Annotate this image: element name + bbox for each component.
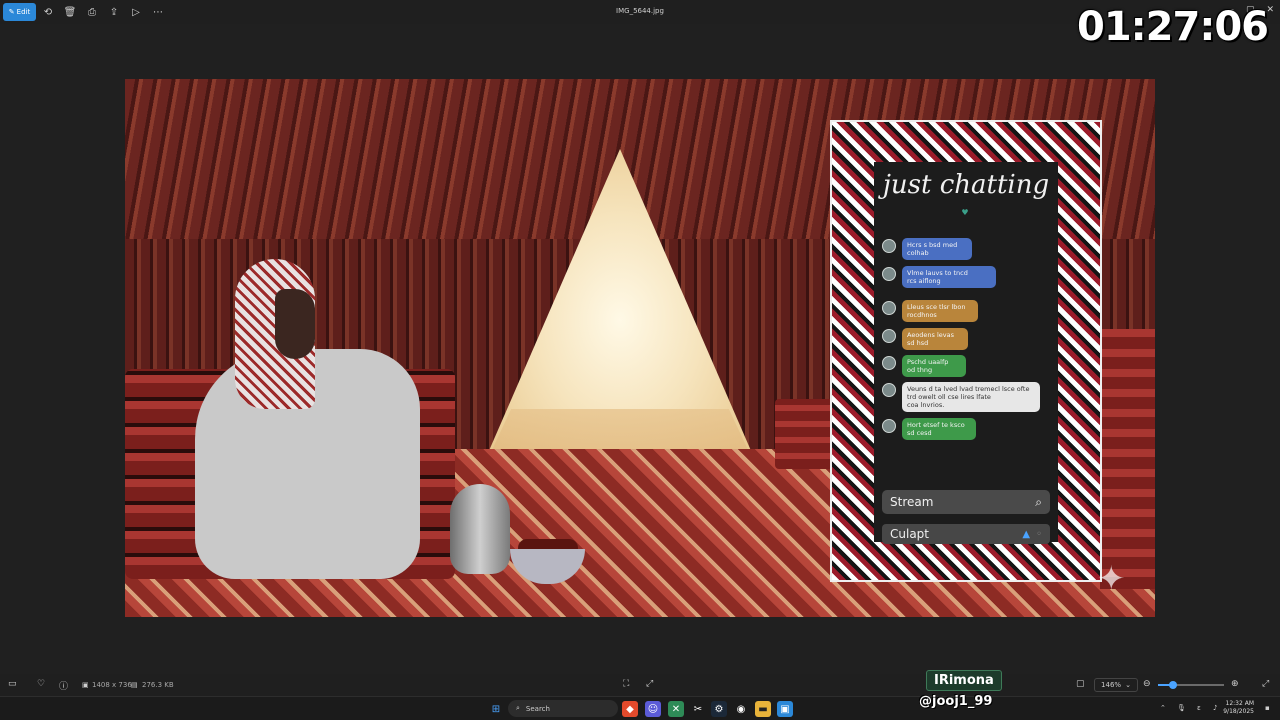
- avatar: [882, 329, 896, 343]
- file-size-icon: ▤: [131, 681, 138, 689]
- chat-message: Hcrs s bsd med colhab: [882, 238, 972, 260]
- search-icon[interactable]: ⌕: [1035, 495, 1042, 510]
- streamer-handle: @jooj1_99: [919, 694, 993, 709]
- stream-label: Stream: [890, 495, 934, 509]
- photos-icon[interactable]: ▣: [777, 701, 793, 717]
- tray-chevron-icon[interactable]: ⌃: [1160, 704, 1166, 712]
- stream-timer: 01:27:06: [1077, 4, 1269, 50]
- chat-message: Vlme lauvs to tncd rcs aiflong: [882, 266, 996, 288]
- discord-icon[interactable]: ☺: [645, 701, 661, 717]
- steam-icon[interactable]: ⚙: [711, 701, 727, 717]
- chat-panel: just chatting ♥ Hcrs s bsd med colhab Vl…: [830, 120, 1102, 582]
- chat-bubble: Vlme lauvs to tncd rcs aiflong: [902, 266, 996, 288]
- zoom-slider-thumb[interactable]: [1168, 681, 1177, 689]
- chat-message: Aeodens levas sd hsd: [882, 328, 968, 350]
- stream-search-bar[interactable]: Stream ⌕: [882, 490, 1050, 514]
- favorite-icon[interactable]: ♡: [37, 679, 45, 689]
- fit-screen-icon[interactable]: ⛶: [623, 679, 629, 689]
- avatar: [882, 301, 896, 315]
- clock-date: 9/18/2025: [1223, 708, 1254, 715]
- chat-input-icons: ▲ ◦: [1022, 529, 1042, 540]
- edit-icon: ✎: [8, 8, 15, 16]
- chat-message: Hort etsef te ksco sd cesd: [882, 418, 976, 440]
- heart-icon: ♥: [961, 208, 969, 217]
- streamer-name: IRimona: [926, 670, 1002, 691]
- file-size: 276.3 KB: [142, 681, 174, 689]
- chat-panel-inner: just chatting ♥ Hcrs s bsd med colhab Vl…: [874, 162, 1058, 544]
- figure-face: [275, 289, 315, 359]
- chat-bubble: Lleus sce tlsr lbon rocdhnos: [902, 300, 978, 322]
- send-icon[interactable]: ▲: [1022, 529, 1030, 540]
- edit-button[interactable]: ✎ Edit: [3, 3, 36, 21]
- culapt-label: Culapt: [890, 527, 929, 541]
- print-icon[interactable]: ⎙: [85, 5, 99, 19]
- sparkle-icon: ✦: [1097, 559, 1126, 599]
- chat-bubble: Veuns d ta lved lvad tremecl lsce ofte t…: [902, 382, 1040, 412]
- cushion-right: [775, 399, 835, 469]
- chat-bubble: Pschd uaalfp od thng: [902, 355, 966, 377]
- zoom-in-icon[interactable]: ⊕: [1231, 679, 1239, 689]
- obs-icon[interactable]: ◉: [733, 701, 749, 717]
- emoji-icon[interactable]: ◦: [1036, 529, 1042, 540]
- actual-size-icon[interactable]: ⤢: [646, 679, 653, 689]
- search-placeholder: Search: [525, 704, 550, 713]
- chat-message: Veuns d ta lved lvad tremecl lsce ofte t…: [882, 382, 1040, 412]
- edit-label: Edit: [16, 8, 31, 16]
- taskbar: ⊞ ⌕ Search ◆ ☺ ✕ ✂ ⚙ ◉ ▬ ▣ ⌃ 🎙 ε ♪ 12:32…: [0, 696, 1280, 720]
- network-icon[interactable]: ε: [1197, 704, 1201, 712]
- rotate-icon[interactable]: ⟲: [41, 5, 55, 19]
- start-icon[interactable]: ⊞: [488, 701, 504, 717]
- avatar: [882, 239, 896, 253]
- chevron-down-icon: ⌄: [1125, 681, 1131, 689]
- image-dimensions: 1408 x 736: [92, 681, 132, 689]
- taskbar-search[interactable]: ⌕ Search: [508, 700, 618, 717]
- slideshow-icon[interactable]: ▷: [129, 5, 143, 19]
- fullscreen-icon[interactable]: ⤢: [1262, 679, 1269, 689]
- panel-title: just chatting: [882, 170, 1050, 200]
- zoom-value: 146%: [1101, 681, 1122, 689]
- avatar: [882, 419, 896, 433]
- capcut-icon[interactable]: ✂: [690, 701, 706, 717]
- more-icon[interactable]: ⋯: [151, 5, 165, 19]
- file-explorer-icon[interactable]: ▬: [755, 701, 771, 717]
- chat-bubble: Hort etsef te ksco sd cesd: [902, 418, 976, 440]
- avatar: [882, 267, 896, 281]
- image-canvas[interactable]: just chatting ♥ Hcrs s bsd med colhab Vl…: [125, 79, 1155, 617]
- system-clock[interactable]: 12:32 AM 9/18/2025: [1223, 700, 1254, 716]
- microphone-icon[interactable]: 🎙: [1177, 704, 1186, 712]
- clock-time: 12:32 AM: [1225, 700, 1254, 707]
- zoom-slider[interactable]: [1158, 681, 1224, 689]
- image-size-icon: ▣: [82, 681, 89, 689]
- delete-icon[interactable]: 🗑: [63, 5, 77, 19]
- notification-icon[interactable]: ▪: [1265, 704, 1270, 712]
- file-title: IMG_5644.jpg: [616, 7, 664, 15]
- avatar: [882, 383, 896, 397]
- filmstrip-icon[interactable]: ▭: [8, 679, 17, 689]
- xbox-icon[interactable]: ✕: [668, 701, 684, 717]
- fit-window-icon[interactable]: ▢: [1076, 679, 1085, 689]
- chat-message: Pschd uaalfp od thng: [882, 355, 966, 377]
- coffee-pot: [450, 484, 510, 574]
- search-icon: ⌕: [516, 704, 520, 712]
- volume-icon[interactable]: ♪: [1213, 704, 1217, 712]
- status-bar: ▭ ♡ ⓘ ▣ 1408 x 736 ▤ 276.3 KB ⛶ ⤢ ▢ 146%…: [0, 674, 1280, 696]
- share-icon[interactable]: ⇪: [107, 5, 121, 19]
- zoom-dropdown[interactable]: 146% ⌄: [1094, 678, 1138, 692]
- cushion-far-right: [1100, 329, 1155, 589]
- info-icon[interactable]: ⓘ: [59, 679, 68, 692]
- avatar: [882, 356, 896, 370]
- chat-message: Lleus sce tlsr lbon rocdhnos: [882, 300, 978, 322]
- chat-input-bar[interactable]: Culapt ▲ ◦: [882, 524, 1050, 544]
- zoom-out-icon[interactable]: ⊖: [1143, 679, 1151, 689]
- chat-bubble: Aeodens levas sd hsd: [902, 328, 968, 350]
- chat-bubble: Hcrs s bsd med colhab: [902, 238, 972, 260]
- brave-browser-icon[interactable]: ◆: [622, 701, 638, 717]
